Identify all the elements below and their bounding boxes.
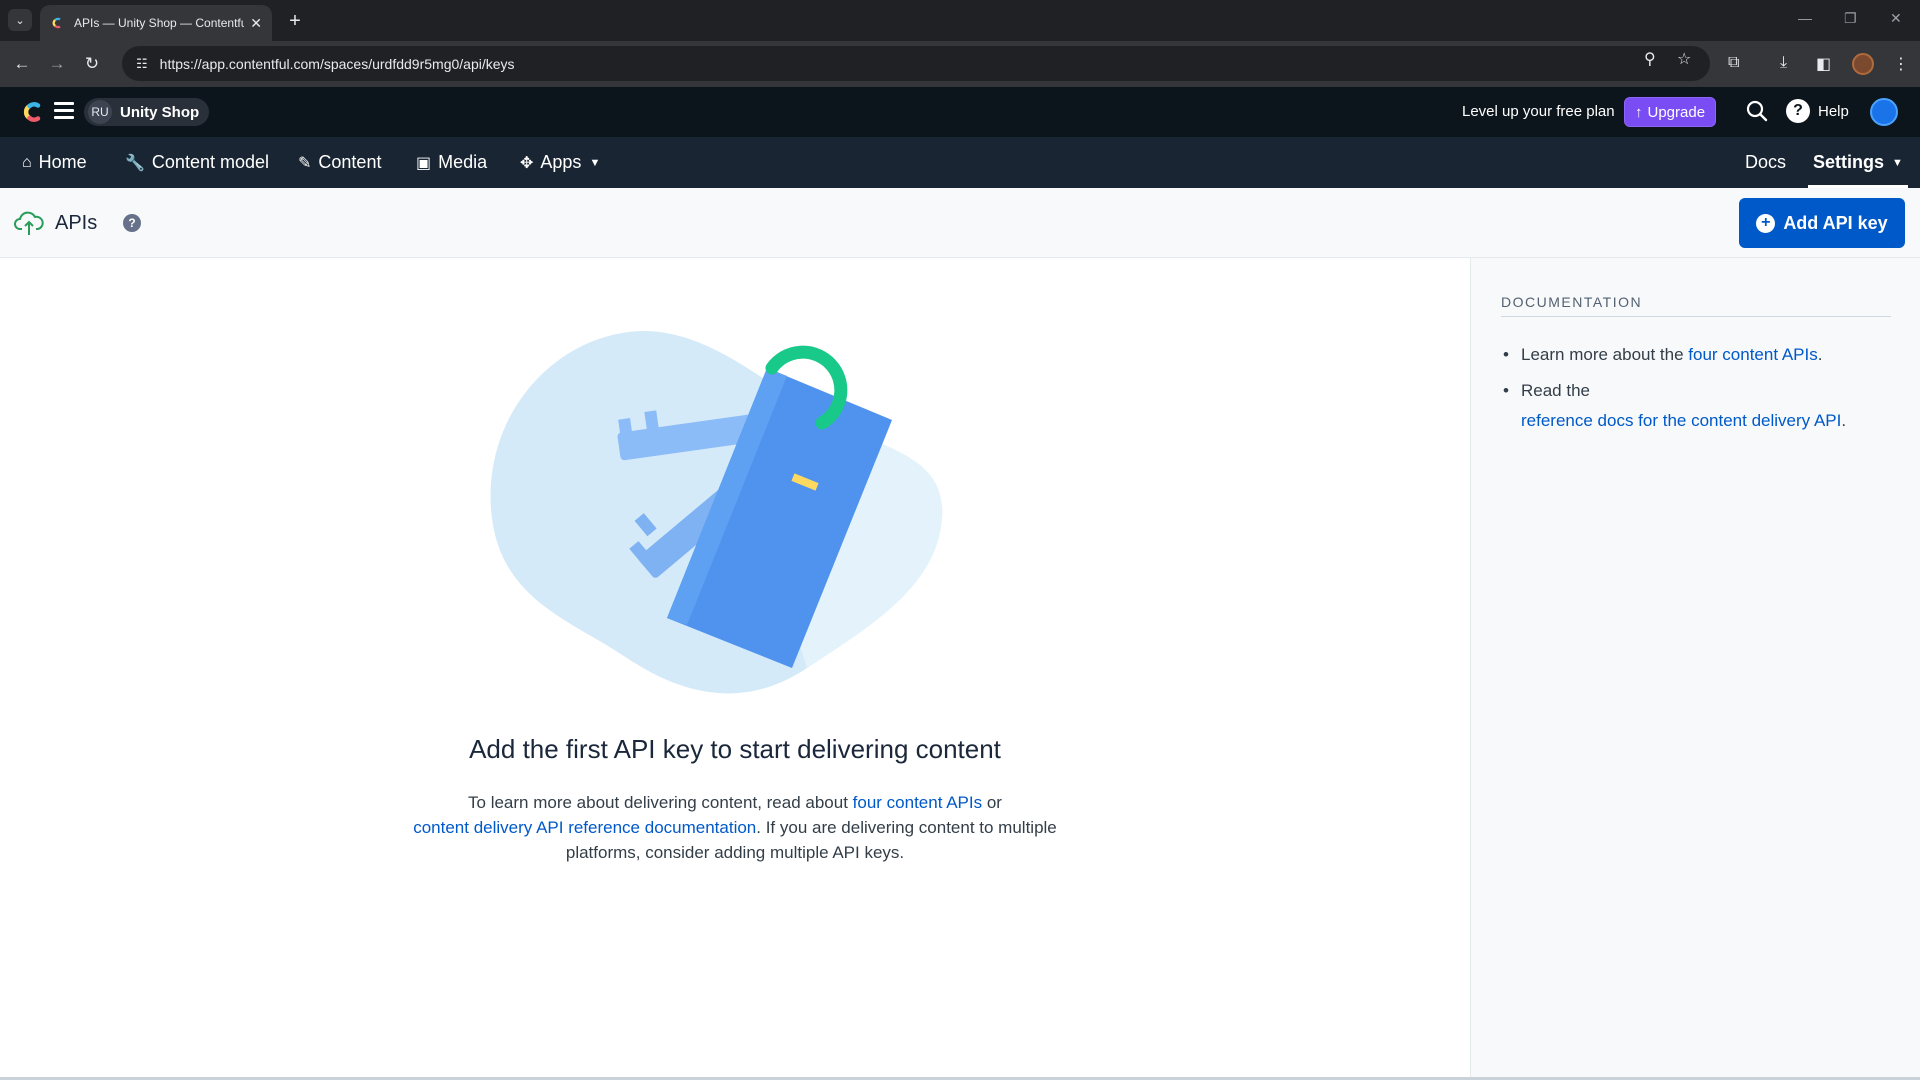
nav-docs[interactable]: Docs [1745, 137, 1786, 188]
space-name: Unity Shop [120, 103, 200, 121]
desc-text-1: To learn more about delivering content, … [468, 793, 853, 812]
nav-home-label: Home [38, 152, 87, 172]
new-tab-button[interactable]: + [282, 8, 308, 34]
help-link[interactable]: Help [1818, 103, 1849, 120]
nav-docs-label: Docs [1745, 152, 1787, 172]
doc-item-end: . [1841, 411, 1847, 430]
nav-apps[interactable]: ✥ Apps ▼ [520, 137, 600, 188]
plus-circle-icon: + [1756, 213, 1776, 233]
pencil-icon: ✎ [298, 154, 312, 172]
main-navigation: ⌂ Home 🔧 Content model ✎ Content ▣ Media… [0, 137, 1920, 188]
desc-text-2: or [982, 793, 1002, 812]
bookmark-star-icon[interactable]: ☆ [1677, 49, 1691, 69]
back-icon[interactable]: ← [10, 52, 34, 76]
tab-search-button[interactable]: ⌄ [8, 9, 32, 31]
puzzle-icon: ✥ [520, 154, 534, 172]
address-url[interactable]: https://app.contentful.com/spaces/urdfdd… [160, 56, 515, 72]
zoom-icon[interactable]: ⚲ [1644, 49, 1656, 69]
user-avatar[interactable] [1870, 98, 1898, 126]
extensions-icon[interactable]: ⧉ [1728, 54, 1739, 72]
forward-icon[interactable]: → [45, 52, 69, 76]
nav-content[interactable]: ✎ Content [298, 137, 381, 188]
doc-item-end: . [1817, 345, 1823, 364]
space-switcher[interactable]: RU Unity Shop [84, 98, 210, 126]
browser-tab-active[interactable]: APIs — Unity Shop — Contentful ✕ [40, 5, 272, 41]
wrench-icon: 🔧 [125, 154, 145, 172]
level-up-text: Level up your free plan [1462, 103, 1615, 120]
main-content: Add the first API key to start deliverin… [0, 258, 1470, 1080]
page-title: APIs [55, 212, 98, 234]
space-initials: RU [88, 100, 112, 124]
nav-content-model[interactable]: 🔧 Content model [125, 137, 269, 188]
list-item: Read the reference docs for the content d… [1501, 376, 1891, 436]
nav-content-label: Content [318, 152, 382, 172]
window-close-icon[interactable]: ✕ [1890, 10, 1902, 27]
doc-item-text: Read the [1521, 381, 1590, 400]
address-bar[interactable]: ☷ https://app.contentful.com/spaces/urdf… [122, 46, 1710, 81]
browser-tab-title: APIs — Unity Shop — Contentful [74, 16, 244, 30]
site-info-icon[interactable]: ☷ [136, 56, 148, 72]
upgrade-button[interactable]: ↑ Upgrade [1624, 97, 1717, 127]
page-header: APIs ? + Add API key [0, 188, 1920, 258]
help-icon[interactable]: ? [1786, 99, 1810, 123]
cloud-upload-icon [14, 211, 44, 235]
doc-reference-docs-link[interactable]: reference docs for the content delivery … [1521, 411, 1841, 430]
chevron-down-icon: ▼ [1892, 156, 1903, 169]
nav-media[interactable]: ▣ Media [416, 137, 487, 188]
documentation-heading: DOCUMENTATION [1501, 294, 1891, 317]
empty-state-title: Add the first API key to start deliverin… [469, 734, 1001, 764]
browser-profile-avatar[interactable] [1852, 53, 1874, 75]
nav-content-model-label: Content model [151, 152, 269, 172]
doc-four-content-apis-link[interactable]: four content APIs [1688, 345, 1817, 364]
image-icon: ▣ [416, 154, 432, 172]
nav-home[interactable]: ⌂ Home [22, 137, 87, 188]
add-api-key-label: Add API key [1783, 212, 1888, 233]
doc-item-text: Learn more about the [1521, 345, 1689, 364]
tab-close-icon[interactable]: ✕ [250, 15, 262, 32]
question-icon[interactable]: ? [123, 214, 141, 232]
minimize-icon[interactable]: — [1798, 10, 1812, 26]
nav-settings-label: Settings [1813, 152, 1885, 172]
contentful-logo-icon[interactable] [20, 100, 44, 124]
app-header: RU Unity Shop Level up your free plan ↑ … [0, 87, 1920, 137]
nav-media-label: Media [438, 152, 488, 172]
list-item: Learn more about the four content APIs. [1501, 340, 1891, 370]
browser-menu-icon[interactable]: ⋮ [1893, 54, 1909, 74]
nav-settings[interactable]: Settings ▼ [1813, 137, 1903, 188]
menu-icon[interactable] [54, 102, 74, 120]
chevron-down-icon: ▼ [589, 156, 601, 169]
arrow-up-icon: ↑ [1635, 103, 1643, 121]
add-api-key-button[interactable]: + Add API key [1739, 198, 1905, 248]
nav-apps-label: Apps [540, 152, 582, 172]
search-icon[interactable] [1746, 100, 1768, 122]
four-content-apis-link[interactable]: four content APIs [853, 793, 982, 812]
browser-toolbar: ← → ↻ ☷ https://app.contentful.com/space… [0, 41, 1920, 87]
contentful-favicon-icon [52, 17, 61, 29]
empty-state-description: To learn more about delivering content, … [380, 790, 1090, 865]
restore-icon[interactable]: ❐ [1844, 10, 1857, 27]
download-icon[interactable]: ⤓ [1780, 54, 1787, 72]
reload-icon[interactable]: ↻ [80, 52, 104, 76]
browser-tabstrip: ⌄ APIs — Unity Shop — Contentful ✕ + — ❐… [0, 0, 1920, 41]
cda-reference-link[interactable]: content delivery API reference documenta… [413, 818, 756, 837]
upgrade-label: Upgrade [1647, 103, 1706, 121]
api-key-illustration [490, 330, 943, 694]
documentation-sidebar: DOCUMENTATION Learn more about the four … [1470, 258, 1920, 1080]
documentation-list: Learn more about the four content APIs. … [1501, 340, 1891, 442]
side-panel-icon[interactable]: ◧ [1816, 54, 1831, 74]
home-icon: ⌂ [22, 153, 32, 171]
